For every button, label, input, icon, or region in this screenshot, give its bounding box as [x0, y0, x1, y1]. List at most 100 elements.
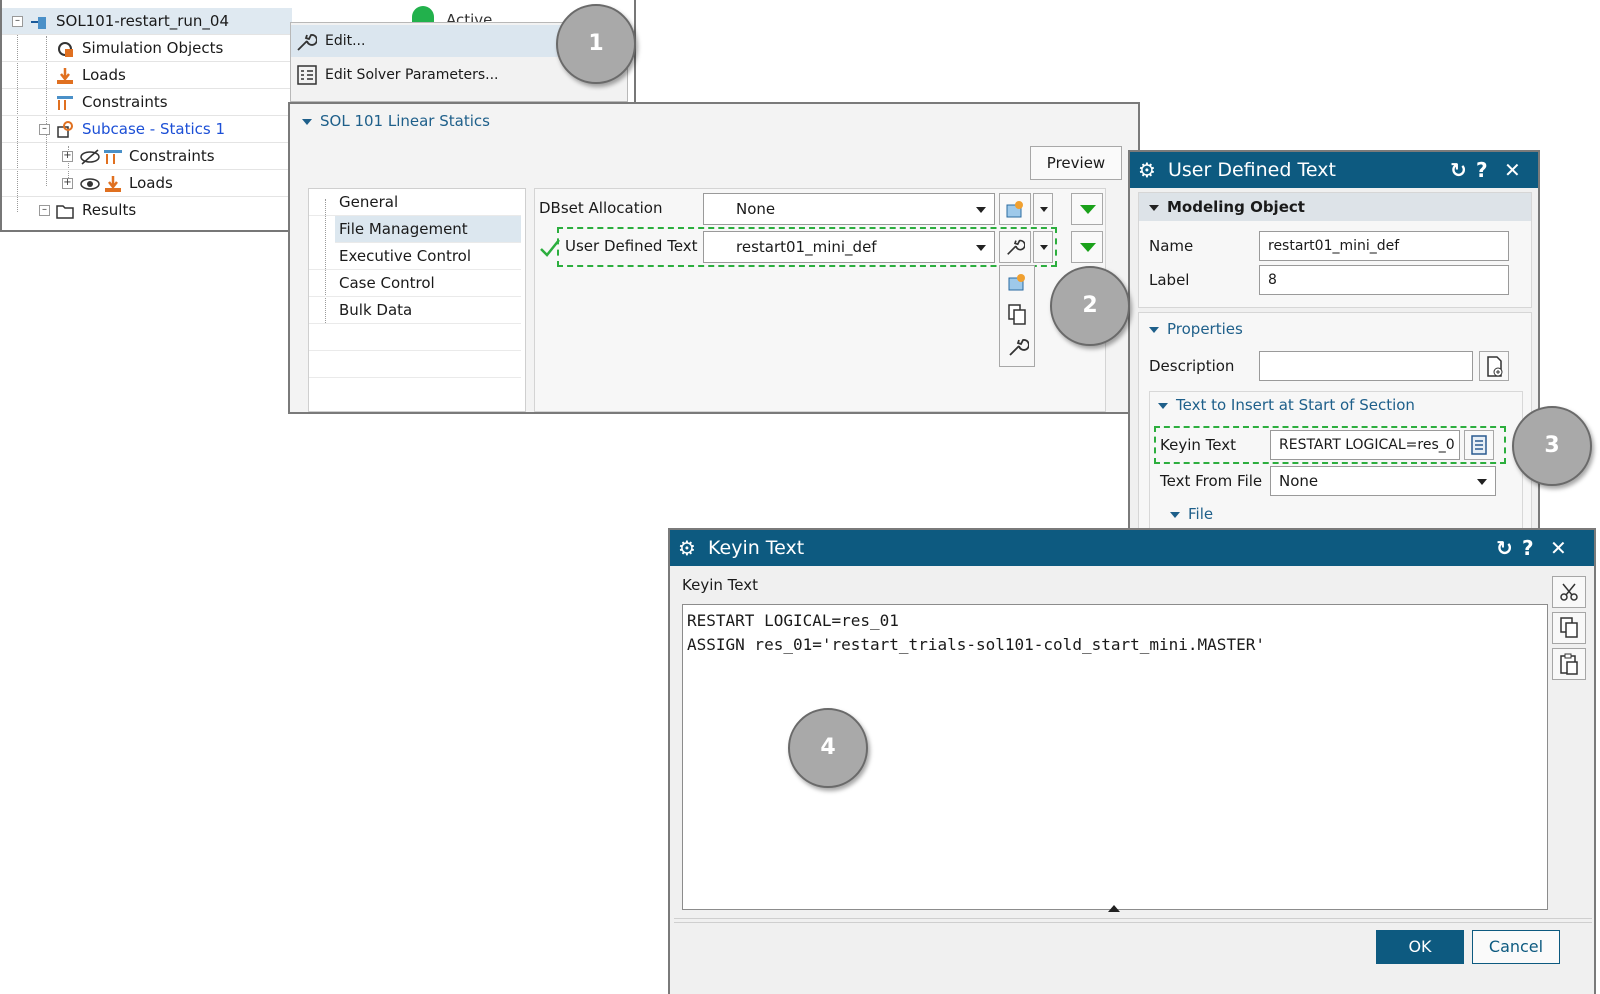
cut-button[interactable]: [1552, 576, 1586, 608]
udt-options-menu: [999, 265, 1035, 367]
tree-item-results[interactable]: – Results: [2, 197, 292, 224]
create-dbset-button[interactable]: [999, 193, 1031, 225]
group-header[interactable]: Properties: [1149, 315, 1243, 343]
collapse-up-icon[interactable]: [1106, 902, 1122, 914]
menu-item-label: Edit Solver Parameters...: [325, 67, 499, 83]
name-label: Name: [1149, 237, 1194, 255]
expand-icon[interactable]: +: [62, 151, 73, 162]
copy-icon[interactable]: [1007, 304, 1027, 326]
insert-text-subgroup: Text to Insert at Start of Section Keyin…: [1149, 391, 1523, 533]
preview-button[interactable]: Preview: [1030, 146, 1122, 180]
text-from-file-label: Text From File: [1160, 472, 1263, 490]
category-label: Executive Control: [339, 247, 472, 265]
select-value: None: [1279, 472, 1319, 490]
group-header[interactable]: Modeling Object: [1139, 193, 1531, 221]
status-active-icon: [412, 6, 434, 22]
category-general[interactable]: General: [309, 189, 521, 216]
wrench-icon[interactable]: [1007, 336, 1029, 358]
section-header-sol101[interactable]: SOL 101 Linear Statics: [302, 112, 490, 130]
callout-3: 3: [1512, 406, 1592, 486]
tree-item-solution[interactable]: – SOL101-restart_run_04: [2, 8, 292, 35]
divider: [674, 918, 1592, 919]
group-title: Properties: [1167, 320, 1243, 338]
tree-item-label: Constraints: [82, 93, 168, 111]
solution-dialog: SOL 101 Linear Statics Preview General F…: [288, 102, 1140, 414]
wrench-icon: [297, 34, 317, 51]
reset-icon[interactable]: ↻: [1450, 152, 1467, 188]
category-label: General: [339, 193, 399, 211]
dbset-expand-button[interactable]: [1071, 193, 1103, 225]
cancel-button[interactable]: Cancel: [1472, 930, 1560, 964]
close-icon[interactable]: ✕: [1550, 530, 1567, 566]
subgroup-title: Text to Insert at Start of Section: [1176, 396, 1415, 414]
expand-caret-icon: [302, 118, 312, 125]
menu-item-label: Edit...: [325, 33, 366, 49]
solution-icon: [31, 17, 46, 29]
gear-icon: ⚙: [1138, 158, 1156, 182]
tree-item-subcase[interactable]: – Subcase - Statics 1: [2, 116, 292, 143]
name-field[interactable]: restart01_mini_def: [1259, 231, 1509, 261]
dbset-options-dropdown[interactable]: [1033, 193, 1053, 225]
paste-button[interactable]: [1552, 648, 1586, 680]
subgroup-header[interactable]: Text to Insert at Start of Section: [1158, 391, 1415, 419]
close-icon[interactable]: ✕: [1504, 152, 1521, 188]
properties-group: Properties Description Text to Insert at…: [1138, 312, 1532, 533]
create-object-icon: [1006, 201, 1023, 218]
expand-caret-icon: [1158, 402, 1168, 409]
label-label: Label: [1149, 271, 1190, 289]
category-case-control[interactable]: Case Control: [309, 270, 521, 297]
hidden-eye-icon[interactable]: [80, 148, 124, 166]
chevron-down-icon: [1477, 479, 1487, 485]
dbset-allocation-label: DBset Allocation: [539, 199, 663, 217]
callout-4: 4: [788, 708, 868, 788]
collapse-icon[interactable]: –: [39, 124, 50, 135]
category-label: Case Control: [339, 274, 435, 292]
udt-expand-button[interactable]: [1071, 231, 1103, 263]
collapse-icon[interactable]: –: [12, 16, 23, 27]
expand-icon[interactable]: +: [62, 178, 73, 189]
file-management-page: DBset Allocation None User Defined Text …: [534, 188, 1106, 412]
category-bulk-data[interactable]: Bulk Data: [309, 297, 521, 324]
tree-item-simulation-objects[interactable]: Simulation Objects: [2, 35, 292, 62]
tree-item-label: Simulation Objects: [82, 39, 224, 57]
subgroup-title: File: [1188, 505, 1214, 523]
category-file-management[interactable]: File Management: [335, 216, 521, 243]
callout-2: 2: [1050, 266, 1130, 346]
description-label: Description: [1149, 357, 1235, 375]
tree-item-subcase-loads[interactable]: + Loads: [2, 170, 292, 197]
dbset-allocation-select[interactable]: None: [703, 193, 995, 225]
ok-button[interactable]: OK: [1376, 930, 1464, 964]
gear-icon: ⚙: [678, 536, 696, 560]
load-icon: [57, 68, 73, 84]
tree-item-subcase-constraints[interactable]: + Constraints: [2, 143, 292, 170]
dialog-titlebar: ⚙ Keyin Text ↻ ? ✕: [670, 530, 1594, 566]
text-from-file-select[interactable]: None: [1270, 466, 1496, 496]
constraint-icon: [57, 96, 73, 110]
tree-item-constraints[interactable]: Constraints: [2, 89, 292, 116]
help-icon[interactable]: ?: [1522, 530, 1534, 566]
tree-item-loads[interactable]: Loads: [2, 62, 292, 89]
paste-icon: [1560, 653, 1578, 675]
expand-caret-icon: [1149, 326, 1159, 333]
category-label: File Management: [339, 220, 468, 238]
subcase-icon: [57, 121, 73, 138]
description-file-button[interactable]: [1479, 351, 1509, 381]
visible-eye-icon[interactable]: [80, 175, 124, 193]
reset-icon[interactable]: ↻: [1496, 530, 1513, 566]
user-defined-text-dialog: ⚙ User Defined Text ↻ ? ✕ Modeling Objec…: [1128, 150, 1540, 533]
label-field[interactable]: 8: [1259, 265, 1509, 295]
tree-item-label: Constraints: [129, 147, 215, 165]
callout-1: 1: [556, 4, 636, 84]
collapse-icon[interactable]: –: [39, 205, 50, 216]
category-executive-control[interactable]: Executive Control: [309, 243, 521, 270]
tree-item-label: Loads: [129, 174, 173, 192]
help-icon[interactable]: ?: [1476, 152, 1488, 188]
modeling-object-group: Modeling Object Name restart01_mini_def …: [1138, 192, 1532, 308]
copy-button[interactable]: [1552, 612, 1586, 644]
expand-caret-icon: [1170, 511, 1180, 518]
file-subgroup-header[interactable]: File: [1170, 500, 1213, 528]
scissors-icon: [1560, 583, 1578, 601]
description-field[interactable]: [1259, 351, 1473, 381]
create-object-icon[interactable]: [1007, 272, 1027, 292]
category-empty: [309, 324, 521, 351]
